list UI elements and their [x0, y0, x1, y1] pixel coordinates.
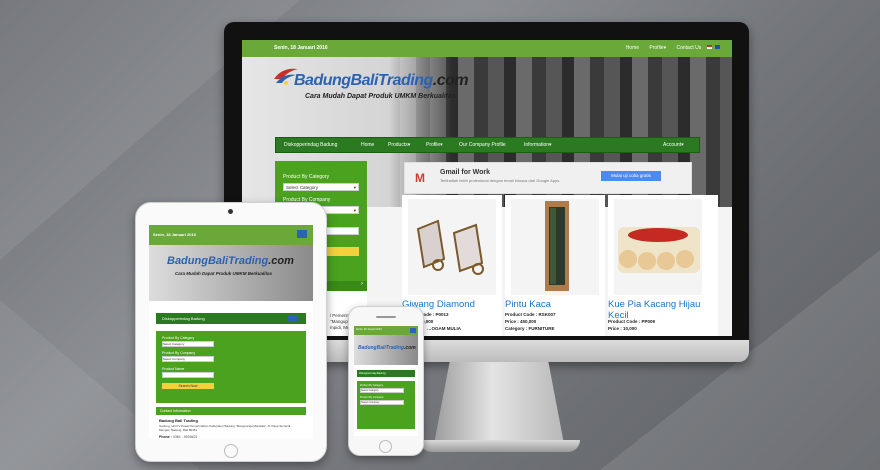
phone-logo[interactable]: BadungBaliTrading.com: [358, 345, 416, 351]
company-select[interactable]: Select Company: [360, 400, 404, 405]
tablet-device: Senin, 18 Januari 2016 BadungBaliTrading…: [135, 202, 327, 462]
monitor-base: [420, 440, 580, 452]
top-nav-contact[interactable]: Contact Us: [676, 45, 701, 51]
category-select-value: Select Category: [163, 342, 185, 346]
product-name-label: Product Name: [162, 367, 185, 371]
logo-domain: .com: [268, 255, 294, 267]
tablet-screen: Senin, 18 Januari 2016 BadungBaliTrading…: [149, 225, 313, 439]
logo-domain: .com: [432, 72, 469, 89]
menu-icon[interactable]: [297, 230, 307, 238]
company-label: Product By Company: [162, 351, 196, 355]
earring-image: [416, 219, 484, 275]
phone-device: Senin, 18 Januari 2016 BadungBaliTrading…: [348, 306, 424, 456]
category-select-value: Select Category: [361, 389, 379, 392]
camera-icon: [228, 209, 233, 214]
company-select-value: Select Company: [163, 357, 186, 361]
category-label: Product By Category: [360, 384, 384, 387]
contact-company: Badung Bali Trading: [159, 418, 198, 423]
flag-icon[interactable]: [706, 45, 712, 49]
top-bar: Senin, 18 Januari 2016 Home Profile▾ Con…: [242, 40, 732, 57]
ad-title: Gmail for Work: [440, 169, 491, 176]
product-image[interactable]: [408, 199, 496, 295]
pia-cake-image: [618, 227, 700, 273]
product-price: Price : 450,000: [505, 319, 537, 324]
caret-down-icon: ▾: [353, 185, 356, 190]
tablet-top-bar: Senin, 18 Januari 2016: [149, 225, 313, 245]
product-extra: …OGAM MULIA: [427, 326, 461, 331]
category-select-value: Select Category: [286, 185, 319, 190]
contact-address: Gedung, Unit IV Pusat Pemerintahan Kabup…: [159, 424, 292, 432]
tablet-search-panel: Product By Category Select Category Prod…: [156, 331, 306, 403]
product-name-input[interactable]: [162, 372, 214, 378]
category-label: Product By Category: [162, 336, 195, 340]
category-label: Product By Category: [283, 174, 330, 180]
nav-brand[interactable]: Diskopperindag Badung: [284, 142, 337, 148]
gmail-icon: M: [415, 171, 425, 185]
contact-header: Contact Information: [156, 407, 306, 415]
tablet-tagline: Cara Mudah Dapat Produk UMKM Berkualitas: [175, 271, 273, 276]
menu-icon[interactable]: [410, 328, 416, 333]
tablet-nav: Diskopperindag Badung: [156, 313, 306, 324]
phone-screen: Senin, 18 Januari 2016 BadungBaliTrading…: [354, 326, 418, 436]
flag-icon[interactable]: [715, 45, 720, 49]
tablet-nav-brand[interactable]: Diskopperindag Badung: [162, 316, 205, 321]
company-select[interactable]: Select Company: [162, 356, 214, 362]
phone-hero: BadungBaliTrading.com: [354, 335, 418, 365]
nav-information[interactable]: Information▾: [524, 142, 552, 148]
search-button[interactable]: Search Now: [162, 383, 214, 389]
logo-text: BadungBaliTrading: [358, 345, 405, 351]
tablet-logo[interactable]: BadungBaliTrading.com: [167, 255, 294, 267]
company-select-value: Select Company: [361, 401, 380, 404]
top-nav-profile[interactable]: Profile▾: [649, 45, 666, 51]
product-price: Price : 10,000: [608, 326, 637, 331]
category-select[interactable]: Select Category ▾: [283, 183, 359, 191]
phone-search-panel: Product By Category Select Category Prod…: [357, 381, 415, 429]
date-text: Senin, 18 Januari 2016: [274, 45, 328, 51]
nav-profile[interactable]: Profile▾: [426, 142, 443, 148]
home-button[interactable]: [379, 440, 392, 453]
nav-account[interactable]: Account▾: [663, 142, 684, 148]
hamburger-icon[interactable]: [288, 315, 298, 321]
main-nav: Diskopperindag Badung Home Products▾ Pro…: [275, 137, 700, 153]
monitor-stand: [434, 362, 564, 444]
door-image: [545, 201, 569, 291]
phone-date: Senin, 18 Januari 2016: [356, 328, 382, 331]
ad-subtitle: Terlihatlah lebih profesional dengan ema…: [440, 178, 561, 183]
top-nav: Home Profile▾ Contact Us: [617, 45, 720, 51]
nav-products[interactable]: Products▾: [388, 142, 410, 148]
category-select[interactable]: Select Category: [162, 341, 214, 347]
contact-title: Contact Information: [160, 409, 191, 413]
nav-company-profile[interactable]: Our Company Profile: [459, 142, 506, 148]
product-name[interactable]: Pintu Kaca: [505, 299, 551, 310]
gmail-ad[interactable]: M Gmail for Work Terlihatlah lebih profe…: [404, 162, 692, 194]
home-button[interactable]: [224, 444, 238, 458]
product-card[interactable]: Pintu Kaca Product Code : RSK007 Price :…: [505, 195, 605, 336]
nav-home[interactable]: Home: [361, 142, 374, 148]
phone-nav: Diskopperindag Badung: [357, 370, 415, 377]
company-label: Product By Company: [360, 396, 384, 399]
phone-top-bar: Senin, 18 Januari 2016: [354, 326, 418, 335]
ad-trial-button[interactable]: Mulai uji coba gratis: [601, 171, 661, 181]
site-tagline: Cara Mudah Dapat Produk UMKM Berkualitas: [305, 93, 456, 100]
caret-down-icon: ▾: [353, 208, 356, 213]
contact-phone: 0361 - 9009421: [173, 435, 198, 439]
product-image[interactable]: [511, 199, 599, 295]
product-category: Category : FURNITURE: [505, 326, 555, 331]
product-code: Product Code : RSK007: [505, 312, 556, 317]
category-select[interactable]: Select Category: [360, 388, 404, 393]
product-name[interactable]: Kue Pia Kacang Hijau Kecil: [608, 299, 703, 321]
tablet-date: Senin, 18 Januari 2016: [153, 232, 196, 237]
site-logo[interactable]: BadungBaliTrading.com: [294, 72, 469, 90]
logo-text: BadungBaliTrading: [167, 255, 269, 267]
contact-phone-label: Phone :: [159, 435, 172, 439]
tablet-hero: BadungBaliTrading.com Cara Mudah Dapat P…: [149, 245, 313, 301]
phone-nav-brand[interactable]: Diskopperindag Badung: [359, 372, 386, 375]
top-nav-home[interactable]: Home: [626, 45, 639, 51]
product-card[interactable]: Kue Pia Kacang Hijau Kecil Product Code …: [608, 195, 718, 336]
logo-domain: .com: [404, 345, 416, 351]
product-image[interactable]: [614, 199, 702, 295]
product-code: Product Code : PP009: [608, 319, 656, 324]
speaker-grille: [376, 316, 396, 318]
logo-text: BadungBaliTrading: [294, 72, 433, 89]
